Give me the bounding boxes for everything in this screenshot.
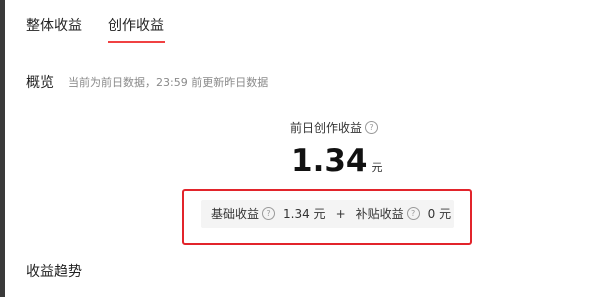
active-tab-indicator [108, 41, 165, 43]
overview-heading: 概览 [26, 75, 54, 91]
help-icon[interactable]: ? [365, 121, 378, 134]
metric-unit: 元 [371, 161, 383, 174]
metric-label: 前日创作收益 [289, 121, 362, 135]
tab-creation-earnings[interactable]: 创作收益 [108, 18, 164, 34]
metric-label-row: 前日创作收益? [0, 121, 600, 135]
tab-overall-earnings[interactable]: 整体收益 [26, 18, 82, 34]
left-edge-strip [0, 0, 5, 297]
earnings-trend-heading: 收益趋势 [26, 264, 82, 280]
highlight-annotation-box [182, 189, 472, 245]
metric-value-display: 1.34 元 [291, 142, 383, 180]
metric-value: 1.34 [291, 143, 368, 179]
overview-update-note: 当前为前日数据，23:59 前更新昨日数据 [68, 76, 269, 89]
